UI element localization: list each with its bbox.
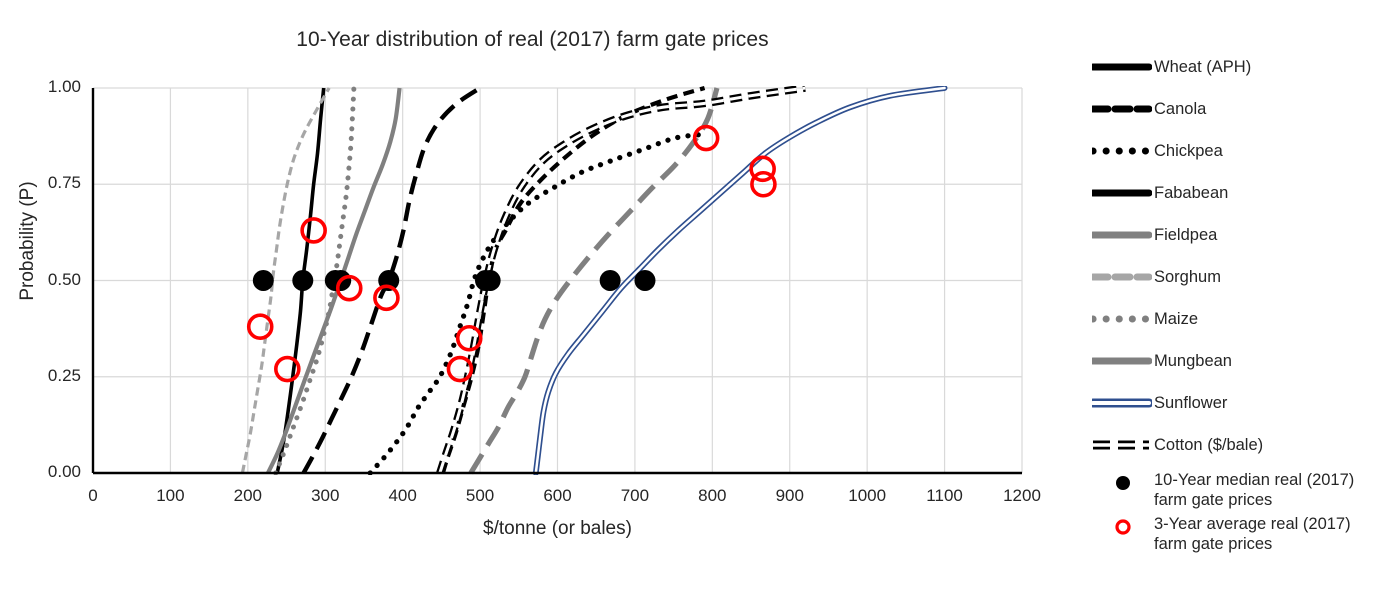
- legend-marker-item-average[interactable]: 3-Year average real (2017) farm gate pri…: [1092, 514, 1382, 554]
- y-tick-label: 0.75: [47, 173, 81, 193]
- legend-item-sunflower[interactable]: Sunflower: [1092, 382, 1382, 424]
- legend-item-label: Chickpea: [1154, 141, 1223, 160]
- average-marker: [300, 217, 327, 244]
- legend-item-label: Mungbean: [1154, 351, 1232, 370]
- chart-legend: Wheat (APH) Canola Chickpea Fababean Fieldpe…: [1092, 46, 1382, 555]
- x-tick-label: 0: [88, 486, 98, 505]
- y-tick-label: 1.00: [47, 77, 81, 96]
- legend-item-label: Cotton ($/bale): [1154, 435, 1264, 454]
- legend-item-label: Sunflower: [1154, 393, 1228, 412]
- average-marker: [692, 124, 720, 152]
- median-marker: [634, 270, 656, 291]
- legend-key-dotted-icon: [1092, 315, 1152, 323]
- median-marker: [252, 270, 274, 291]
- legend-key-solid-icon: [1092, 231, 1152, 239]
- legend-key: [1092, 141, 1154, 161]
- y-tick-label: 0.50: [47, 269, 81, 289]
- chart-page: 10-Year distribution of real (2017) farm…: [0, 0, 1382, 610]
- x-tick-label: 600: [543, 486, 572, 505]
- legend-item-label: Fieldpea: [1154, 225, 1218, 244]
- legend-key: [1092, 99, 1154, 119]
- hollow-red-circle-icon: [1092, 514, 1154, 537]
- x-tick-label: 1000: [848, 486, 887, 505]
- legend-key-solid-icon: [1092, 63, 1152, 71]
- legend-item-mungbean[interactable]: Mungbean: [1092, 340, 1382, 382]
- legend-item-label: Sorghum: [1154, 267, 1221, 286]
- legend-item-label: Wheat (APH): [1154, 57, 1252, 76]
- legend-key-long-dash-icon: [1092, 189, 1152, 197]
- x-tick-label: 400: [388, 486, 417, 505]
- legend-item-canola[interactable]: Canola: [1092, 88, 1382, 130]
- legend-key-dashed-icon: [1092, 273, 1152, 281]
- legend-key: [1092, 57, 1154, 77]
- legend-item-maize[interactable]: Maize: [1092, 298, 1382, 340]
- filled-circle-icon: [1092, 470, 1154, 493]
- legend-key-dashed-hollow-icon: [1093, 440, 1149, 450]
- x-tick-label: 500: [465, 486, 495, 505]
- x-tick-label: 800: [698, 486, 727, 505]
- legend-item-fababean[interactable]: Fababean: [1092, 172, 1382, 214]
- legend-key: [1092, 309, 1154, 329]
- legend-marker-label: 3-Year average real (2017) farm gate pri…: [1154, 515, 1351, 554]
- legend-key: [1092, 183, 1154, 203]
- x-tick-label: 1100: [926, 486, 963, 505]
- legend-key: [1092, 225, 1154, 245]
- legend-key: [1092, 267, 1154, 287]
- legend-item-label: Maize: [1154, 309, 1199, 328]
- median-marker: [292, 270, 314, 291]
- series-chickpea: [367, 131, 708, 475]
- legend-key-long-dash-icon: [1092, 357, 1152, 365]
- x-tick-label: 200: [233, 486, 263, 505]
- x-tick-label: 300: [311, 486, 340, 505]
- legend-key: [1092, 351, 1154, 371]
- legend-item-fieldpea[interactable]: Fieldpea: [1092, 214, 1382, 256]
- legend-item-sorghum[interactable]: Sorghum: [1092, 256, 1382, 298]
- legend-key-dotted-icon: [1092, 147, 1152, 155]
- median-marker: [479, 270, 501, 291]
- y-tick-label: 0.25: [47, 365, 81, 385]
- legend-marker-label: 10-Year median real (2017) farm gate pri…: [1154, 471, 1355, 510]
- legend-key-double-line-icon: [1092, 398, 1152, 408]
- legend-item-label: Canola: [1154, 99, 1207, 118]
- legend-key: [1092, 393, 1154, 413]
- x-tick-label: 700: [620, 486, 650, 505]
- x-tick-label: 900: [775, 486, 804, 505]
- legend-marker-item-median[interactable]: 10-Year median real (2017) farm gate pri…: [1092, 470, 1382, 510]
- y-tick-label: 0.00: [47, 462, 81, 481]
- legend-item-wheat-aph[interactable]: Wheat (APH): [1092, 46, 1382, 88]
- legend-item-chickpea[interactable]: Chickpea: [1092, 130, 1382, 172]
- legend-key: [1092, 435, 1154, 455]
- legend-key-dashed-icon: [1092, 105, 1152, 113]
- median-marker: [599, 270, 621, 291]
- x-tick-label: 1200: [1003, 486, 1041, 505]
- legend-item-cotton-bale[interactable]: Cotton ($/bale): [1092, 424, 1382, 466]
- data-point-markers: [246, 124, 777, 383]
- x-tick-label: 100: [156, 486, 185, 505]
- legend-item-label: Fababean: [1154, 183, 1229, 202]
